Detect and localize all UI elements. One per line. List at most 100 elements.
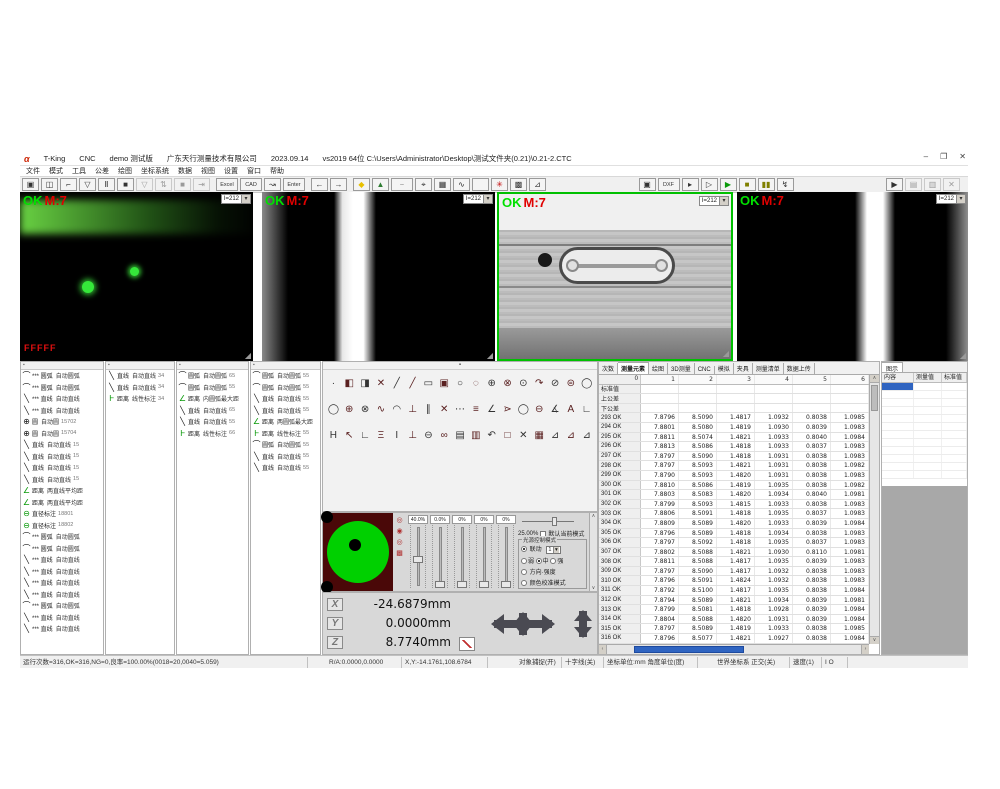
toolbar-edge-tool-icon[interactable]: ⌐ (60, 178, 77, 191)
toolbar-area-2-icon[interactable]: ■ (174, 178, 191, 191)
table-tab-3D测量[interactable]: 3D测量 (668, 363, 695, 374)
measure-tool-icon-2-7[interactable]: ∞ (437, 428, 452, 443)
measure-list-item[interactable]: ╲直线自动直线55 (177, 416, 248, 428)
toolbar-play-run-icon[interactable]: ▶ (720, 178, 737, 191)
toolbar-laser-star-icon[interactable]: ✳ (491, 178, 508, 191)
measure-tool-icon-0-10[interactable]: ⊕ (484, 376, 499, 391)
measure-tool-icon-2-13[interactable]: ▦ (532, 428, 547, 443)
measure-tool-icon-0-7[interactable]: ▣ (437, 376, 452, 391)
table-tab-绘图[interactable]: 绘图 (649, 363, 668, 374)
measure-tool-icon-1-5[interactable]: ⊥ (405, 402, 420, 417)
toolbar-save-icon[interactable]: ▣ (22, 178, 39, 191)
detail-row[interactable] (882, 391, 967, 399)
measure-tool-icon-1-12[interactable]: ◯ (516, 402, 531, 417)
measure-tool-icon-0-8[interactable]: ○ (453, 376, 468, 391)
light-channel-slider-0[interactable]: 40.0% (408, 515, 428, 589)
measure-list-item[interactable]: ╲直线自动直线15 (21, 474, 103, 486)
measure-list-item[interactable]: ╲直线自动直线55 (251, 462, 320, 474)
measure-list-item[interactable]: ╲直线自动直线15 (21, 451, 103, 463)
toolbar-curve-icon[interactable]: ∿ (453, 178, 470, 191)
measure-tool-icon-1-0[interactable]: ◯ (326, 402, 341, 417)
menu-item-6[interactable]: 数据 (178, 166, 192, 176)
measure-tool-icon-1-3[interactable]: ∿ (373, 402, 388, 417)
toolbar-cad-export-button[interactable]: CAD (240, 178, 262, 191)
slider-thumb[interactable] (457, 581, 467, 588)
measure-tool-icon-1-1[interactable]: ⊕ (342, 402, 357, 417)
measure-list-item[interactable]: ⌒圆弧自动圆弧55 (251, 382, 320, 394)
table-tab-数据上传[interactable]: 数据上传 (784, 363, 815, 374)
measure-tool-icon-1-10[interactable]: ∠ (484, 402, 499, 417)
table-vscrollbar[interactable]: ∧∨ (869, 375, 879, 644)
color-cal-radio[interactable] (521, 580, 527, 586)
table-tab-测量清单[interactable]: 测量清单 (753, 363, 784, 374)
result-row-304[interactable]: 304 OK7.88098.50891.48201.09330.80391.09… (599, 519, 869, 529)
toolbar-save-right-icon[interactable]: ▤ (905, 178, 922, 191)
measure-tool-icon-2-6[interactable]: ⊖ (421, 428, 436, 443)
result-row-296[interactable]: 296 OK7.88138.50861.48181.09330.80371.09… (599, 442, 869, 452)
detail-row[interactable] (882, 407, 967, 415)
detail-row[interactable] (882, 455, 967, 463)
result-row-311[interactable]: 311 OK7.87928.51001.48171.09350.80381.09… (599, 586, 869, 596)
toolbar-folder-icon[interactable]: ▸ (682, 178, 699, 191)
measure-tool-icon-0-9[interactable]: ◌ (468, 376, 483, 391)
measure-tool-icon-1-13[interactable]: ⊖ (532, 402, 547, 417)
measure-tool-icon-2-4[interactable]: Ι (389, 428, 404, 443)
measure-tool-icon-1-4[interactable]: ◠ (389, 402, 404, 417)
resize-handle-icon[interactable]: ◢ (960, 351, 966, 360)
toolbar-probe-2-icon[interactable]: ▽ (136, 178, 153, 191)
measure-tool-icon-1-2[interactable]: ⊗ (358, 402, 373, 417)
exposure-dropdown[interactable]: I=212 ▾ (463, 194, 493, 204)
menu-item-5[interactable]: 坐标系统 (141, 166, 169, 176)
result-row-298[interactable]: 298 OK7.87978.50931.48211.09310.80381.09… (599, 461, 869, 471)
measure-tool-icon-2-11[interactable]: □ (500, 428, 515, 443)
toolbar-magnifier-icon[interactable]: ⌖ (415, 178, 432, 191)
result-row-300[interactable]: 300 OK7.88108.50861.48191.09350.80381.09… (599, 481, 869, 491)
chevron-down-icon[interactable]: ▾ (241, 195, 250, 203)
measure-tool-icon-2-0[interactable]: Η (326, 428, 341, 443)
result-row-305[interactable]: 305 OK7.87968.50891.48181.09340.80381.09… (599, 529, 869, 539)
detail-row[interactable] (882, 463, 967, 471)
x-axis-icon[interactable]: X (327, 598, 343, 611)
measure-tool-icon-0-6[interactable]: ▭ (421, 376, 436, 391)
detail-row[interactable] (882, 471, 967, 479)
measure-tool-icon-1-7[interactable]: ✕ (437, 402, 452, 417)
toolbar-play-outline-icon[interactable]: ▷ (701, 178, 718, 191)
result-row-306[interactable]: 306 OK7.87978.50921.48181.09350.80371.09… (599, 538, 869, 548)
ring-mode-icon[interactable]: ▩ (396, 550, 403, 558)
table-hscrollbar[interactable]: ‹› (599, 644, 869, 654)
measure-list-item[interactable]: ╲直线自动直线55 (251, 393, 320, 405)
options-scrollbar[interactable]: ∧∨ (589, 513, 597, 591)
toolbar-enter-button[interactable]: Enter (283, 178, 305, 191)
minimize-button[interactable]: – (924, 152, 928, 161)
measure-list-item[interactable]: ∠距离两圆弧最大距 (251, 416, 320, 428)
toolbar-caliper-icon[interactable]: Ⅱ (98, 178, 115, 191)
exposure-dropdown[interactable]: I=212 ▾ (221, 194, 251, 204)
measure-list-item[interactable]: ⌒圆弧自动圆弧55 (251, 439, 320, 451)
toolbar-terrain-icon[interactable]: ▲ (372, 178, 389, 191)
measure-tool-icon-1-9[interactable]: ≡ (468, 402, 483, 417)
toolbar-signature-icon[interactable]: ↝ (264, 178, 281, 191)
measure-list-item[interactable]: ╲直线自动直线65 (177, 405, 248, 417)
toolbar-arrow-left-icon[interactable]: ← (311, 178, 328, 191)
measure-tool-icon-0-13[interactable]: ↷ (532, 376, 547, 391)
result-row-299[interactable]: 299 OK7.87908.50931.48201.09310.80381.09… (599, 471, 869, 481)
detail-row[interactable] (882, 447, 967, 455)
spec-row-标准值[interactable]: 标准值 (599, 385, 869, 395)
slider-thumb[interactable] (413, 556, 423, 563)
toolbar-print-icon[interactable]: ▥ (924, 178, 941, 191)
link-select[interactable]: 1 ▾ (546, 546, 560, 554)
toolbar-probe-icon[interactable]: ▽ (79, 178, 96, 191)
toolbar-arrow-right-icon[interactable]: → (330, 178, 347, 191)
menu-item-0[interactable]: 文件 (26, 166, 40, 176)
table-tab-CNC[interactable]: CNC (695, 366, 715, 374)
ring-light-preview[interactable] (323, 513, 393, 591)
measure-list-item[interactable]: ∠距离内圆弧最大距 (177, 393, 248, 405)
result-row-308[interactable]: 308 OK7.88118.50881.48171.09350.80391.09… (599, 557, 869, 567)
chevron-down-icon[interactable]: ▾ (956, 195, 965, 203)
result-row-301[interactable]: 301 OK7.88038.50831.48201.09340.80401.09… (599, 490, 869, 500)
toolbar-area-icon[interactable]: ■ (117, 178, 134, 191)
camera-view-4[interactable]: OKM:7 I=212 ▾ ◢ (737, 192, 968, 361)
measure-tool-icon-0-3[interactable]: ✕ (373, 376, 388, 391)
direction-radio[interactable] (521, 569, 527, 575)
measure-tool-icon-2-5[interactable]: ⊥ (405, 428, 420, 443)
